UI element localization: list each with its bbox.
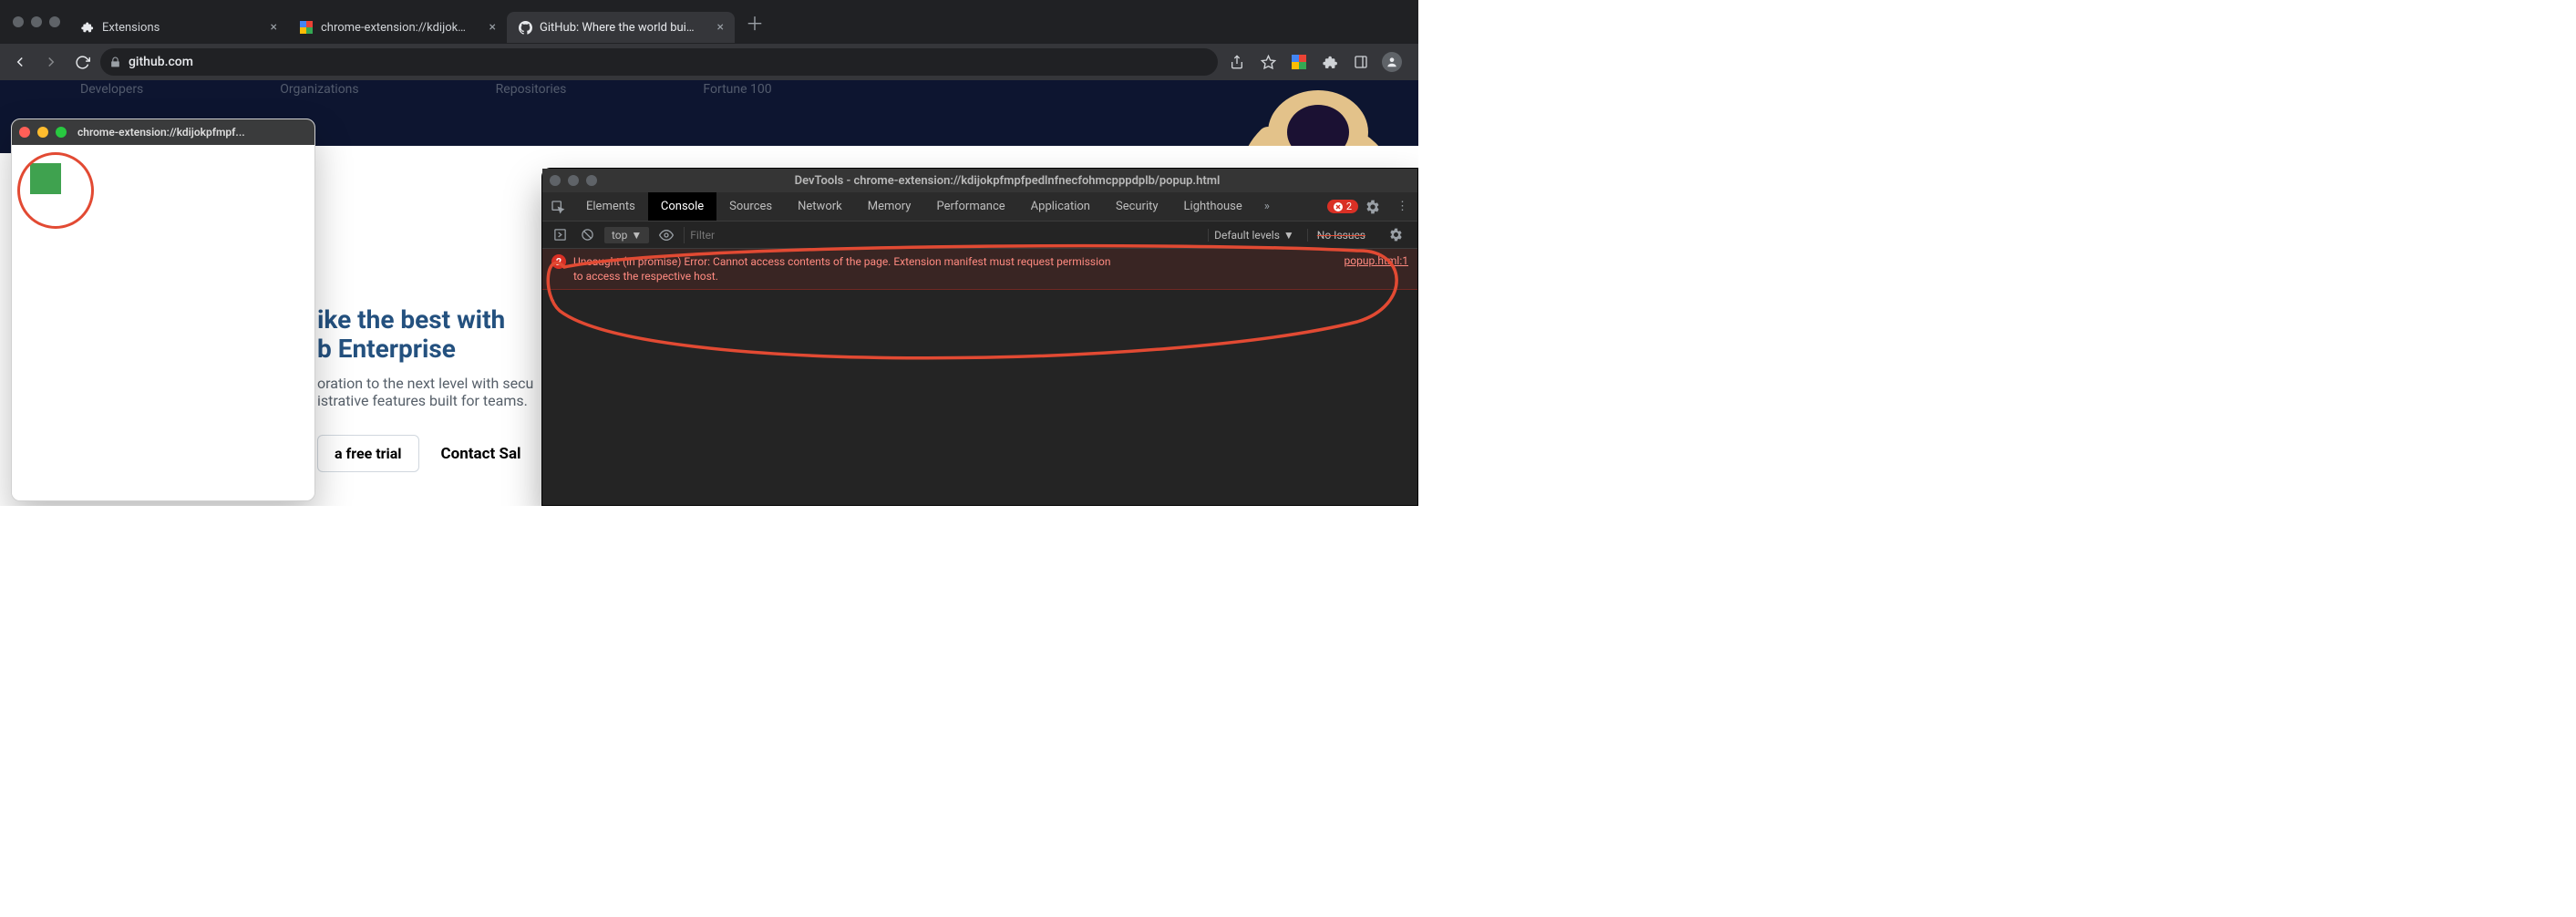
github-icon [518, 20, 532, 35]
tab-elements[interactable]: Elements [573, 192, 648, 221]
traffic-dot [49, 16, 60, 27]
minimize-traffic-icon[interactable] [37, 127, 48, 138]
traffic-dot [13, 16, 24, 27]
puzzle-icon [80, 20, 95, 35]
tab-application[interactable]: Application [1018, 192, 1103, 221]
close-traffic-icon[interactable] [19, 127, 30, 138]
traffic-dot [586, 175, 597, 186]
nav-link[interactable]: Organizations [280, 82, 358, 97]
chevron-down-icon: ▼ [1283, 229, 1294, 242]
traffic-dot [568, 175, 579, 186]
nav-link[interactable]: Repositories [496, 82, 567, 97]
gear-icon[interactable] [1358, 200, 1387, 214]
annotation-circle [17, 152, 94, 229]
tab-sources[interactable]: Sources [716, 192, 785, 221]
chevron-down-icon: ▼ [631, 229, 642, 242]
error-count-pill[interactable]: 2 [1327, 200, 1358, 213]
kebab-menu-icon[interactable]: ⋮ [1387, 200, 1417, 213]
devtools-window: DevTools - chrome-extension://kdijokpfmp… [541, 168, 1418, 506]
close-icon[interactable]: × [271, 20, 277, 35]
context-label: top [612, 229, 627, 242]
context-selector[interactable]: top ▼ [604, 227, 649, 243]
paragraph-line-1: oration to the next level with secu [317, 375, 533, 392]
more-tabs-chevron-icon[interactable]: » [1255, 200, 1279, 213]
color-square-icon [299, 20, 314, 35]
contact-sales-link[interactable]: Contact Sal [441, 445, 521, 463]
close-icon[interactable]: × [489, 20, 496, 35]
address-bar[interactable]: github.com [100, 48, 1218, 76]
back-button[interactable] [7, 49, 33, 75]
heading-line-2: b Enterprise [317, 335, 533, 364]
nav-link[interactable]: Developers [80, 82, 143, 97]
nav-link[interactable]: Fortune 100 [703, 82, 771, 97]
tab-performance[interactable]: Performance [923, 192, 1017, 221]
browser-toolbar: github.com [0, 44, 1418, 80]
console-filter-input[interactable] [684, 227, 1200, 243]
github-copy: ike the best with b Enterprise oration t… [317, 305, 533, 472]
tab-label: chrome-extension://kdijokpfmp [321, 21, 467, 35]
error-count-badge: 2 [551, 254, 566, 269]
close-icon[interactable]: × [717, 20, 724, 35]
console-prompt[interactable]: › [542, 290, 1417, 310]
popup-title-text: chrome-extension://kdijokpfmpf... [77, 126, 245, 139]
error-count: 2 [1346, 201, 1352, 212]
popup-titlebar: chrome-extension://kdijokpfmpf... [12, 119, 314, 145]
error-message: Uncaught (in promise) Error: Cannot acce… [573, 254, 1330, 283]
sidebar-toggle-icon[interactable] [550, 228, 570, 242]
tab-memory[interactable]: Memory [855, 192, 924, 221]
popup-body [12, 145, 314, 500]
browser-tab-strip: Extensions × chrome-extension://kdijokpf… [0, 0, 1418, 44]
traffic-dot [550, 175, 561, 186]
extension-icon[interactable] [1285, 48, 1313, 76]
console-toolbar: top ▼ Default levels ▼ No Issues [542, 222, 1417, 249]
extension-popup-window: chrome-extension://kdijokpfmpf... [11, 118, 315, 501]
traffic-dot [31, 16, 42, 27]
console-gear-icon[interactable] [1382, 228, 1410, 242]
tab-chrome-extension[interactable]: chrome-extension://kdijokpfmp × [288, 12, 507, 43]
toolbar-right [1223, 48, 1411, 76]
tab-security[interactable]: Security [1103, 192, 1171, 221]
console-error-row[interactable]: 2 Uncaught (in promise) Error: Cannot ac… [542, 249, 1417, 290]
tab-label: GitHub: Where the world builds [540, 21, 695, 35]
levels-label: Default levels [1214, 229, 1280, 242]
error-source-link[interactable]: popup.html:1 [1345, 254, 1408, 283]
panel-icon[interactable] [1347, 48, 1375, 76]
share-icon[interactable] [1223, 48, 1251, 76]
devtools-tabs: Elements Console Sources Network Memory … [542, 192, 1417, 222]
star-icon[interactable] [1254, 48, 1282, 76]
devtools-titlebar: DevTools - chrome-extension://kdijokpfmp… [542, 169, 1417, 192]
tab-console[interactable]: Console [648, 192, 716, 221]
free-trial-button[interactable]: a free trial [317, 435, 419, 472]
lock-icon [109, 57, 121, 68]
reload-button[interactable] [69, 49, 95, 75]
paragraph-line-2: istrative features built for teams. [317, 392, 528, 409]
profile-avatar[interactable] [1378, 48, 1406, 76]
heading-line-1: ike the best with [317, 305, 533, 335]
element-picker-icon[interactable] [542, 200, 573, 214]
forward-button[interactable] [38, 49, 64, 75]
devtools-title-text: DevTools - chrome-extension://kdijokpfmp… [604, 174, 1410, 188]
tab-label: Extensions [102, 21, 160, 35]
address-text: github.com [129, 55, 193, 69]
new-tab-button[interactable]: ＋ [735, 9, 775, 36]
extensions-puzzle-icon[interactable] [1316, 48, 1344, 76]
issues-button[interactable]: No Issues [1307, 229, 1375, 242]
console-body: 2 Uncaught (in promise) Error: Cannot ac… [542, 249, 1417, 310]
tab-network[interactable]: Network [785, 192, 855, 221]
tab-github[interactable]: GitHub: Where the world builds × [507, 12, 735, 43]
eye-icon[interactable] [656, 228, 676, 242]
clear-console-icon[interactable] [577, 228, 597, 242]
log-levels-selector[interactable]: Default levels ▼ [1208, 229, 1300, 242]
tab-extensions[interactable]: Extensions × [69, 12, 288, 43]
window-traffic-lights [5, 16, 69, 27]
zoom-traffic-icon[interactable] [56, 127, 67, 138]
tab-lighthouse[interactable]: Lighthouse [1171, 192, 1255, 221]
